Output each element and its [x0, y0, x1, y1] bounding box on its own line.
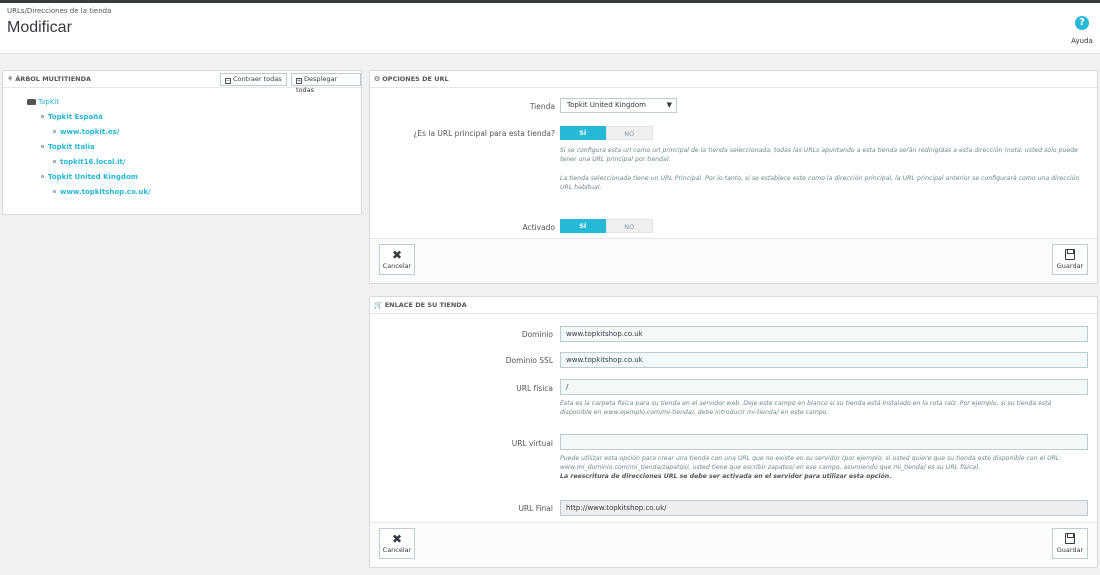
save-icon	[1065, 533, 1075, 544]
domain-input[interactable]: www.topkitshop.co.uk	[560, 326, 1088, 342]
ssl-domain-label: Dominio SSL	[505, 356, 553, 365]
virtual-url-input[interactable]	[560, 434, 1088, 450]
save-icon	[1065, 249, 1075, 260]
tree-item-label: topkit16.local.it/	[60, 158, 126, 166]
breadcrumb[interactable]: URLs/Direcciones de la tienda	[7, 7, 111, 15]
close-icon: ✖	[391, 532, 403, 546]
help-icon: ?	[1075, 16, 1089, 30]
tree-item-label: www.topkitshop.co.uk/	[60, 188, 151, 196]
close-icon: ✖	[391, 248, 403, 262]
bullet-icon	[53, 160, 56, 163]
page-title: Modificar	[7, 19, 72, 36]
active-label: Activado	[522, 223, 555, 232]
tree-item-label: www.topkit.es/	[60, 128, 120, 136]
bullet-icon	[41, 175, 44, 178]
main-url-help: Si se configura esta url como url princi…	[560, 147, 1078, 163]
virtual-url-help-text: Puede utilizar esta opción para crear un…	[560, 455, 1062, 471]
virtual-url-label: URL virtual	[511, 439, 553, 448]
cancel-label: Cancelar	[382, 546, 412, 554]
main-url-notice: La tienda seleccionada tiene un URL Prin…	[560, 175, 1080, 191]
help-button[interactable]: ? Ayuda	[1067, 16, 1097, 45]
tree-item-url-it[interactable]: topkit16.local.it/	[53, 158, 125, 166]
page-header: URLs/Direcciones de la tienda Modificar …	[0, 3, 1100, 54]
url-options-panel: ⚙ OPCIONES DE URL Tienda Topkit United Ki…	[369, 70, 1098, 284]
active-no[interactable]: NO	[605, 219, 653, 233]
sitemap-icon: ⚘	[7, 75, 14, 83]
shop-link-footer: ✖ Cancelar Guardar	[370, 522, 1097, 567]
expand-all-button[interactable]: + Desplegar todas	[291, 73, 361, 94]
shop-tree: TopKit Topkit España www.topkit.es/ Topk…	[27, 98, 151, 196]
minus-square-icon: −	[225, 78, 231, 84]
shop-link-panel: 🛒 ENLACE DE SU TIENDA Dominio www.topkits…	[369, 296, 1098, 568]
plus-square-icon: +	[296, 78, 302, 84]
main-url-no[interactable]: NO	[605, 126, 653, 140]
shop-label: Tienda	[529, 102, 555, 111]
virtual-url-help: Puede utilizar esta opción para crear un…	[560, 454, 1080, 481]
final-url-label: URL Final	[518, 504, 553, 513]
save-button[interactable]: Guardar	[1052, 244, 1088, 275]
tree-panel-header: ⚘ ÁRBOL MULTITIENDA − Contraer todas + Desp…	[3, 71, 361, 94]
collapse-all-button[interactable]: − Contraer todas	[220, 73, 287, 86]
tree-item-label: Topkit United Kingdom	[48, 173, 139, 181]
tree-item-label: Topkit España	[48, 113, 103, 121]
tree-item-url-es[interactable]: www.topkit.es/	[53, 128, 119, 136]
bullet-icon	[53, 130, 56, 133]
folder-open-icon	[27, 99, 36, 105]
cart-icon: 🛒	[374, 301, 383, 309]
expand-all-label: Desplegar todas	[296, 75, 338, 94]
physical-url-label: URL física	[516, 384, 553, 393]
multistore-tree-panel: ⚘ ÁRBOL MULTITIENDA − Contraer todas + Desp…	[2, 70, 362, 215]
tree-item-shop-es[interactable]: Topkit España	[41, 113, 103, 121]
url-options-footer: ✖ Cancelar Guardar	[370, 238, 1097, 283]
url-options-header: ⚙ OPCIONES DE URL	[370, 71, 1097, 88]
main-url-label: ¿Es la URL principal para esta tienda?	[413, 129, 555, 138]
cogs-icon: ⚙	[374, 75, 381, 83]
main-url-toggle[interactable]: SÍ NO	[560, 126, 653, 140]
tree-root[interactable]: TopKit	[27, 98, 59, 106]
physical-url-help: Esta es la carpeta física para su tienda…	[560, 400, 1052, 416]
active-yes[interactable]: SÍ	[560, 219, 606, 233]
caret-down-icon: ▼	[666, 101, 672, 109]
shop-select-value: Topkit United Kingdom	[567, 101, 646, 109]
save-label: Guardar	[1056, 546, 1084, 554]
save-label: Guardar	[1056, 262, 1084, 270]
tree-item-shop-it[interactable]: Topkit Italia	[41, 143, 95, 151]
main-url-yes[interactable]: SÍ	[560, 126, 606, 140]
tree-root-label: TopKit	[38, 98, 60, 106]
url-options-title: OPCIONES DE URL	[382, 75, 449, 83]
cancel-label: Cancelar	[382, 262, 412, 270]
bullet-icon	[41, 115, 44, 118]
shop-link-title: ENLACE DE SU TIENDA	[384, 301, 467, 309]
shop-select[interactable]: Topkit United Kingdom ▼	[560, 98, 677, 113]
shop-link-header: 🛒 ENLACE DE SU TIENDA	[370, 297, 1097, 314]
active-toggle[interactable]: SÍ NO	[560, 219, 653, 233]
save-button[interactable]: Guardar	[1052, 528, 1088, 559]
ssl-domain-input[interactable]: www.topkitshop.co.uk	[560, 352, 1088, 368]
domain-label: Dominio	[521, 330, 553, 339]
cancel-button[interactable]: ✖ Cancelar	[379, 244, 415, 275]
collapse-all-label: Contraer todas	[233, 75, 282, 83]
cancel-button[interactable]: ✖ Cancelar	[379, 528, 415, 559]
bullet-icon	[41, 145, 44, 148]
bullet-icon	[53, 190, 56, 193]
tree-item-shop-uk[interactable]: Topkit United Kingdom	[41, 173, 138, 181]
tree-panel-title: ÁRBOL MULTITIENDA	[15, 75, 92, 83]
help-label: Ayuda	[1071, 37, 1093, 45]
final-url-input: http://www.topkitshop.co.uk/	[560, 500, 1088, 516]
physical-url-input[interactable]: /	[560, 379, 1088, 395]
tree-item-label: Topkit Italia	[48, 143, 95, 151]
tree-item-url-uk[interactable]: www.topkitshop.co.uk/	[53, 188, 151, 196]
virtual-url-help-bold: La reescritura de direcciones URL se deb…	[560, 473, 892, 480]
